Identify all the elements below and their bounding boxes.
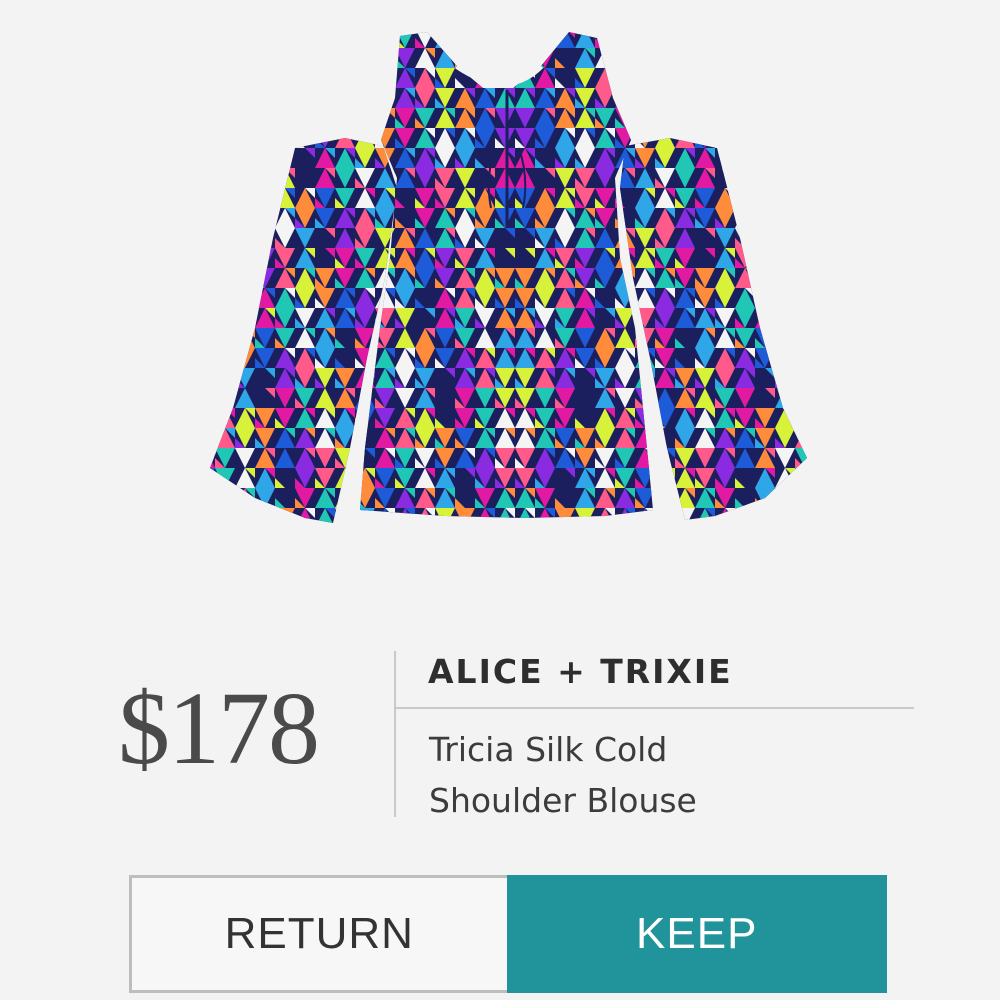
return-button[interactable]: RETURN bbox=[129, 875, 507, 993]
item-name: Tricia Silk Cold Shoulder Blouse bbox=[429, 730, 697, 820]
patterned-blouse-image bbox=[210, 32, 807, 523]
brand-name: ALICE + TRIXIE bbox=[428, 652, 733, 691]
product-image bbox=[195, 28, 820, 538]
action-buttons: RETURN KEEP bbox=[129, 875, 887, 993]
horizontal-divider bbox=[396, 707, 914, 709]
price: $178 bbox=[118, 671, 320, 786]
keep-button[interactable]: KEEP bbox=[506, 875, 887, 993]
vertical-divider bbox=[394, 651, 396, 817]
